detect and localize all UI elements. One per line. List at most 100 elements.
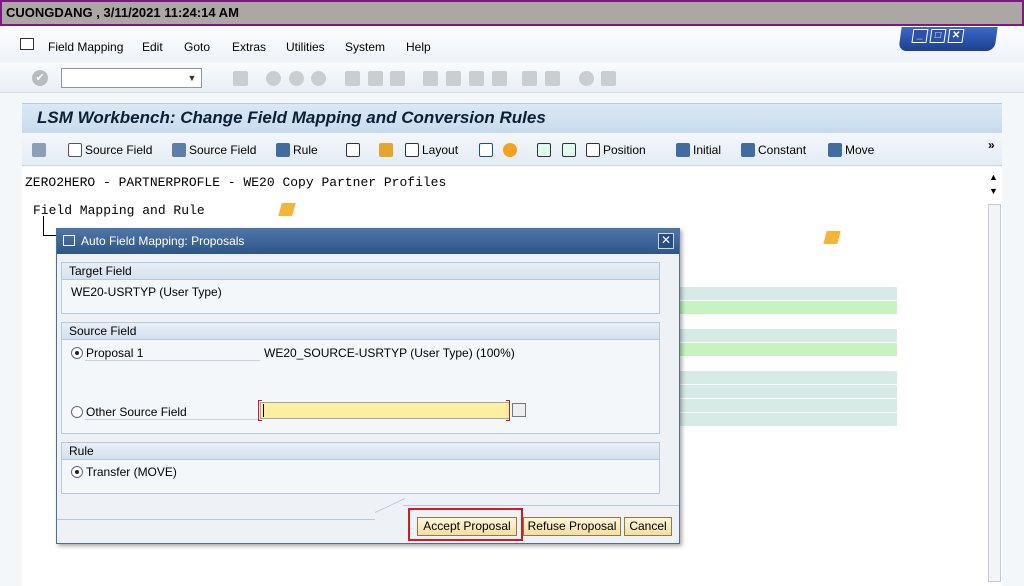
layout-button[interactable]: Layout (405, 143, 458, 157)
scroll-down-icon[interactable]: ▼ (989, 186, 998, 196)
other-source-field-label: Other Source Field (86, 405, 187, 419)
expand-button[interactable] (537, 143, 551, 157)
minimize-button[interactable]: _ (911, 29, 929, 43)
window-controls: _ □ ✕ (898, 27, 998, 51)
move-button[interactable]: Move (828, 143, 874, 157)
rule-label: Rule (293, 143, 318, 157)
value-help-icon[interactable] (512, 403, 526, 417)
radio-empty-icon (71, 406, 83, 418)
source-field-button[interactable]: Source Field (68, 143, 152, 157)
enter-icon[interactable]: ✔ (32, 70, 48, 86)
back-icon[interactable] (266, 71, 281, 86)
input-bracket-right (506, 400, 510, 421)
target-field-group: Target Field WE20-USRTYP (User Type) (61, 262, 660, 314)
info-button[interactable] (479, 143, 493, 157)
position-button[interactable]: Position (586, 143, 646, 157)
menu-extras[interactable]: Extras (232, 40, 266, 54)
print-icon[interactable] (345, 71, 360, 86)
initial-label: Initial (693, 143, 722, 157)
constant-icon (741, 143, 755, 157)
more-icon[interactable]: » (988, 138, 995, 152)
source-field-label: Source Field (85, 143, 153, 157)
layout-icon[interactable] (601, 71, 616, 86)
initial-icon (676, 143, 690, 157)
application-toolbar: Source Field Source Field Rule Layout Po… (22, 134, 1002, 166)
display-change-button[interactable] (32, 143, 46, 157)
refuse-proposal-button[interactable]: Refuse Proposal (523, 517, 621, 536)
text-cursor (263, 404, 264, 417)
vertical-scrollbar[interactable]: ▲ ▼ (988, 172, 1002, 586)
radio-selected-icon (71, 466, 83, 478)
menubar: Field Mapping Edit Goto Extras Utilities… (0, 26, 1024, 62)
edit-button[interactable] (346, 143, 360, 157)
structure-icon (379, 143, 393, 157)
menu-utilities[interactable]: Utilities (286, 40, 325, 54)
pencil-glasses-icon (32, 143, 46, 157)
chevron-down-icon[interactable]: ▼ (184, 70, 200, 86)
help-icon[interactable] (579, 71, 594, 86)
expand-icon (537, 143, 551, 157)
constant-button[interactable]: Constant (741, 143, 806, 157)
menu-field-mapping[interactable]: Field Mapping (48, 40, 123, 54)
menu-goto[interactable]: Goto (184, 40, 210, 54)
move-icon (828, 143, 842, 157)
close-icon[interactable]: ✕ (658, 233, 674, 249)
tree-line (43, 216, 57, 236)
question-icon (503, 143, 517, 157)
command-field[interactable] (61, 68, 202, 88)
next-page-icon[interactable] (469, 71, 484, 86)
position-label: Position (603, 143, 646, 157)
layout-icon (405, 143, 419, 157)
maximize-button[interactable]: □ (929, 29, 947, 43)
scroll-track[interactable] (988, 204, 1001, 582)
document-icon (68, 143, 82, 157)
dialog-titlebar: Auto Field Mapping: Proposals ✕ (57, 229, 679, 254)
help-button[interactable] (503, 143, 517, 157)
other-source-field-radio[interactable]: Other Source Field (71, 405, 187, 419)
menu-edit[interactable]: Edit (142, 40, 163, 54)
info-icon (479, 143, 493, 157)
scroll-up-icon[interactable]: ▲ (989, 172, 998, 182)
move-label: Move (845, 143, 875, 157)
footer-separator (57, 519, 375, 520)
rule-transfer-radio[interactable]: Transfer (MOVE) (62, 460, 659, 479)
target-field-value: WE20-USRTYP (User Type) (71, 285, 222, 299)
header-line: ZERO2HERO - PARTNERPROFLE - WE20 Copy Pa… (25, 175, 447, 190)
window-titlebar: CUONGDANG , 3/11/2021 11:24:14 AM (0, 0, 1024, 26)
cancel-icon[interactable] (311, 71, 326, 86)
page-title: LSM Workbench: Change Field Mapping and … (37, 108, 546, 127)
table-icon (172, 143, 186, 157)
input-bracket-left (258, 400, 262, 421)
collapse-button[interactable] (562, 143, 576, 157)
dialog-icon (63, 235, 75, 246)
proposal-1-radio[interactable]: Proposal 1 (71, 346, 143, 360)
accept-proposal-button[interactable]: Accept Proposal (417, 517, 517, 536)
first-page-icon[interactable] (423, 71, 438, 86)
menu-icon[interactable] (20, 38, 34, 50)
rule-button[interactable]: Rule (276, 143, 318, 157)
last-page-icon[interactable] (492, 71, 507, 86)
target-field-heading: Target Field (62, 263, 659, 280)
rule-icon (276, 143, 290, 157)
close-window-button[interactable]: ✕ (947, 29, 965, 43)
new-session-icon[interactable] (522, 71, 537, 86)
previous-page-icon[interactable] (446, 71, 461, 86)
proposal-1-label: Proposal 1 (86, 346, 144, 360)
initial-button[interactable]: Initial (676, 143, 721, 157)
constant-label: Constant (758, 143, 807, 157)
other-source-field-input[interactable] (260, 402, 510, 419)
tree-root-label: Field Mapping and Rule (33, 203, 205, 218)
menu-system[interactable]: System (345, 40, 385, 54)
find-next-icon[interactable] (390, 71, 405, 86)
cancel-button[interactable]: Cancel (624, 517, 672, 536)
menu-help[interactable]: Help (406, 40, 431, 54)
exit-icon[interactable] (289, 71, 304, 86)
save-icon[interactable] (233, 71, 248, 86)
find-icon[interactable] (368, 71, 383, 86)
footer-curve (375, 498, 405, 527)
structure-button[interactable] (379, 143, 393, 157)
dialog-title: Auto Field Mapping: Proposals (81, 234, 245, 248)
layout-label: Layout (422, 143, 459, 157)
shortcut-icon[interactable] (545, 71, 560, 86)
source-field-button-2[interactable]: Source Field (172, 143, 256, 157)
